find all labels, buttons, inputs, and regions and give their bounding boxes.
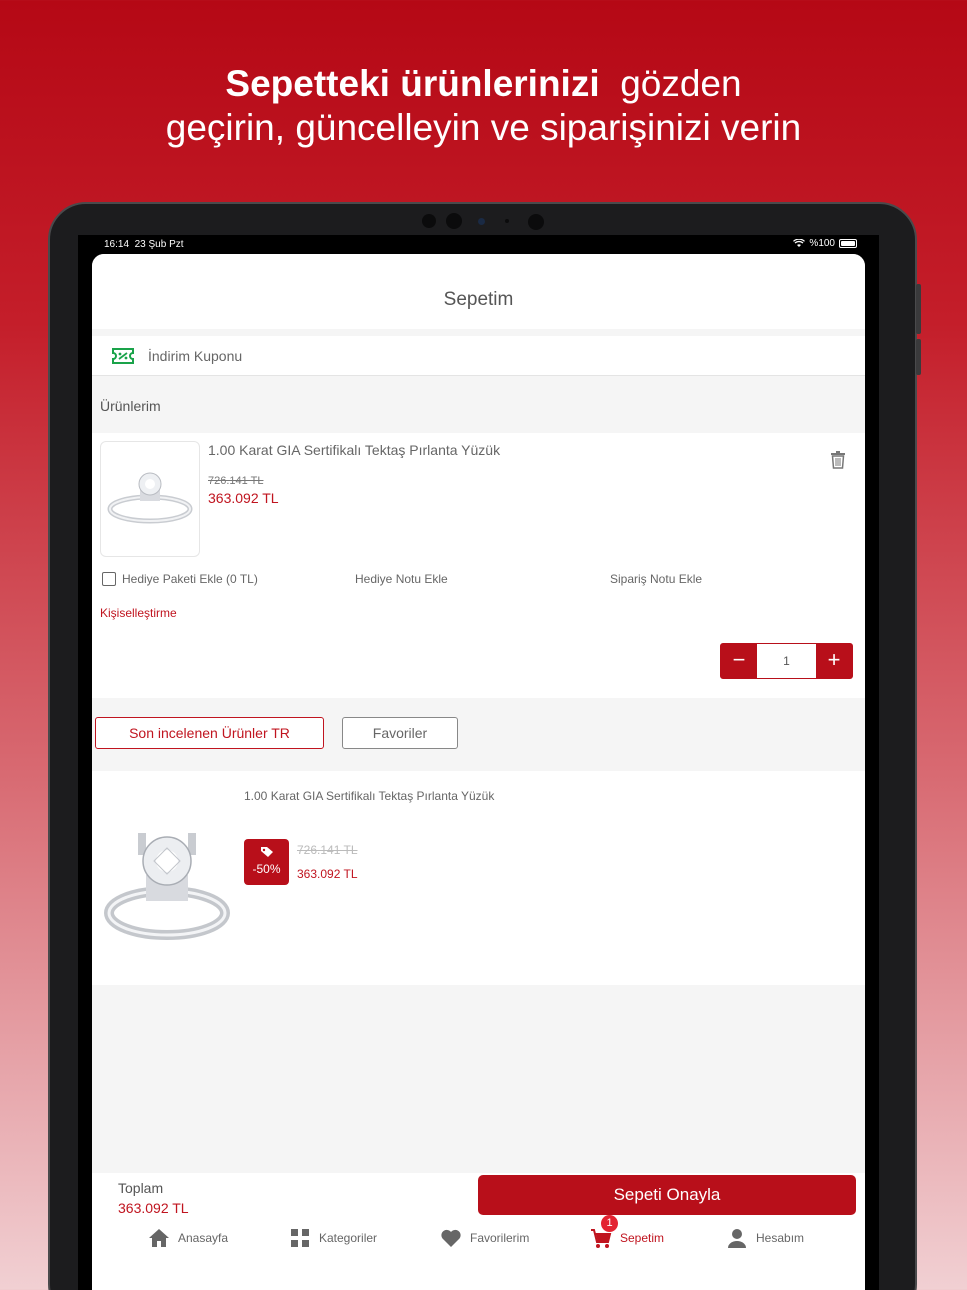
tab-categories-label: Kategoriler	[319, 1231, 378, 1245]
status-time: 16:14 23 Şub Pzt	[104, 239, 184, 250]
status-right: %100	[793, 238, 857, 249]
sensor-icon	[528, 214, 544, 230]
tab-account[interactable]: Hesabım	[726, 1227, 804, 1249]
section-label: Ürünlerim	[100, 398, 161, 414]
volume-button	[916, 284, 921, 334]
tab-categories[interactable]: Kategoriler	[289, 1227, 377, 1249]
headline-rest: gözden	[620, 63, 742, 104]
sensor-icon	[446, 213, 462, 229]
grid-icon	[291, 1229, 309, 1247]
tab-bar: Anasayfa Kategoriler Favorilerim 1 Sepet…	[92, 1215, 865, 1267]
decrease-button[interactable]: −	[721, 644, 757, 678]
gift-package-label[interactable]: Hediye Paketi Ekle (0 TL)	[122, 572, 258, 586]
increase-button[interactable]: +	[816, 644, 852, 678]
old-price: 726.141 TL	[208, 475, 264, 487]
battery-icon	[839, 239, 857, 248]
total-label: Toplam	[118, 1180, 164, 1196]
sensor-icon	[422, 214, 436, 228]
price-tag-icon	[260, 847, 273, 857]
tab-favorites-label: Favorilerim	[470, 1231, 530, 1245]
recommendation-price: 363.092 TL	[297, 867, 358, 881]
device-screen: 16:14 23 Şub Pzt %100 Sepetim İndirim Ku…	[78, 235, 879, 1290]
heart-icon	[441, 1229, 461, 1247]
sensor-icon	[505, 219, 509, 223]
cart-badge: 1	[601, 1215, 618, 1232]
total-value: 363.092 TL	[118, 1200, 189, 1216]
ring-image	[107, 472, 193, 524]
cart-icon-wrap: 1	[590, 1215, 618, 1249]
camera-icon	[478, 218, 485, 225]
volume-button	[916, 339, 921, 375]
headline-line2: geçirin, güncelleyin ve siparişinizi ver…	[165, 107, 802, 148]
ring-image	[104, 833, 230, 940]
coupon-label: İndirim Kuponu	[148, 347, 243, 364]
product-title[interactable]: 1.00 Karat GIA Sertifikalı Tektaş Pırlan…	[208, 442, 500, 458]
tab-favorites[interactable]: Favoriler	[342, 717, 458, 749]
recommendation-item[interactable]: 1.00 Karat GIA Sertifikalı Tektaş Pırlan…	[92, 771, 865, 985]
quantity-stepper: − 1 +	[720, 643, 853, 679]
recommendation-tabs: Son incelenen Ürünler TR Favoriler	[92, 698, 865, 771]
marketing-headline: Sepetteki ürünlerinizi gözden geçirin, g…	[0, 62, 967, 150]
product-image[interactable]	[100, 441, 200, 557]
tab-home[interactable]: Anasayfa	[148, 1227, 228, 1249]
tab-cart[interactable]: 1 Sepetim	[590, 1215, 665, 1249]
home-icon	[149, 1229, 169, 1247]
cart-sheet: Sepetim İndirim Kuponu Ürünlerim 1.00 Ka…	[92, 254, 865, 1290]
headline-bold: Sepetteki ürünlerinizi	[225, 63, 600, 104]
discount-badge: -50%	[244, 839, 289, 885]
tab-recently-viewed[interactable]: Son incelenen Ürünler TR	[95, 717, 324, 749]
status-bar: 16:14 23 Şub Pzt %100	[78, 235, 879, 255]
current-price: 363.092 TL	[208, 490, 279, 506]
recommendation-title: 1.00 Karat GIA Sertifikalı Tektaş Pırlan…	[244, 789, 495, 803]
battery-percent: %100	[809, 238, 835, 249]
checkout-bar: Toplam 363.092 TL Sepeti Onayla Anasayfa	[92, 1173, 865, 1290]
page-title: Sepetim	[92, 254, 865, 329]
quantity-value[interactable]: 1	[757, 644, 816, 678]
tab-account-label: Hesabım	[756, 1231, 805, 1245]
tab-home-label: Anasayfa	[178, 1231, 229, 1245]
gift-package-checkbox[interactable]	[102, 572, 116, 586]
wifi-icon	[793, 239, 806, 247]
user-icon	[728, 1229, 746, 1248]
trash-icon[interactable]	[831, 451, 845, 469]
order-note-link[interactable]: Sipariş Notu Ekle	[610, 572, 702, 586]
coupon-icon	[112, 347, 134, 364]
discount-percent: -50%	[252, 862, 281, 876]
personalize-link[interactable]: Kişiselleştirme	[100, 606, 177, 620]
cart-item: 1.00 Karat GIA Sertifikalı Tektaş Pırlan…	[92, 433, 865, 698]
tab-cart-label: Sepetim	[620, 1231, 665, 1245]
coupon-row[interactable]: İndirim Kuponu	[92, 336, 865, 376]
recommendation-old-price: 726.141 TL	[297, 843, 358, 857]
confirm-cart-button[interactable]: Sepeti Onayla	[478, 1175, 856, 1215]
gift-note-link[interactable]: Hediye Notu Ekle	[355, 572, 448, 586]
tab-favorites-nav[interactable]: Favorilerim	[440, 1227, 529, 1249]
